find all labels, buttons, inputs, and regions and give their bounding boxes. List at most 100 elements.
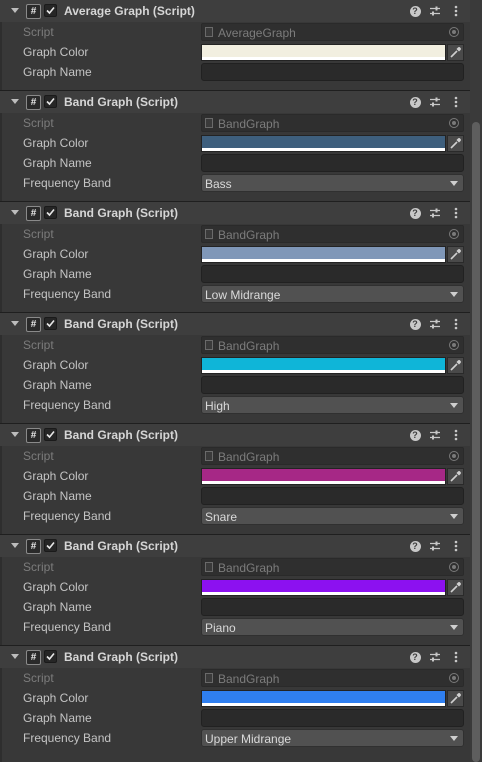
frequency-band-dropdown[interactable]: Bass: [201, 174, 464, 192]
object-picker-icon[interactable]: [449, 673, 459, 683]
presets-icon[interactable]: [428, 206, 442, 220]
presets-icon[interactable]: [428, 95, 442, 109]
color-swatch[interactable]: [201, 468, 446, 485]
chevron-down-icon: [450, 292, 458, 297]
graph-color-field[interactable]: [201, 468, 464, 485]
foldout-arrow-icon[interactable]: [11, 8, 19, 13]
graph-name-label: Graph Name: [23, 711, 92, 725]
kebab-menu-icon[interactable]: [449, 206, 463, 220]
graph-color-field[interactable]: [201, 690, 464, 707]
help-icon[interactable]: ?: [408, 317, 422, 331]
script-object-field[interactable]: BandGraph: [201, 336, 464, 354]
color-swatch[interactable]: [201, 579, 446, 596]
presets-icon[interactable]: [428, 4, 442, 18]
component-body: Script BandGraph Graph Color Graph Name: [0, 335, 470, 423]
graph-name-input[interactable]: [201, 598, 464, 616]
presets-icon[interactable]: [428, 428, 442, 442]
vertical-scrollbar[interactable]: [470, 0, 482, 762]
eyedropper-icon[interactable]: [447, 357, 464, 374]
enable-checkbox[interactable]: [44, 4, 57, 17]
color-swatch[interactable]: [201, 246, 446, 263]
component-header[interactable]: # Band Graph (Script) ?: [0, 534, 470, 557]
foldout-arrow-icon[interactable]: [11, 543, 19, 548]
color-swatch[interactable]: [201, 135, 446, 152]
help-icon[interactable]: ?: [408, 428, 422, 442]
component-header[interactable]: # Band Graph (Script) ?: [0, 312, 470, 335]
scrollbar-thumb[interactable]: [472, 122, 480, 762]
kebab-menu-icon[interactable]: [449, 95, 463, 109]
help-icon[interactable]: ?: [408, 650, 422, 664]
foldout-arrow-icon[interactable]: [11, 99, 19, 104]
foldout-arrow-icon[interactable]: [11, 321, 19, 326]
help-icon[interactable]: ?: [408, 539, 422, 553]
frequency-band-dropdown[interactable]: Upper Midrange: [201, 729, 464, 747]
graph-color-field[interactable]: [201, 246, 464, 263]
kebab-menu-icon[interactable]: [449, 428, 463, 442]
frequency-band-dropdown[interactable]: Low Midrange: [201, 285, 464, 303]
component-header[interactable]: # Band Graph (Script) ?: [0, 201, 470, 224]
graph-color-field[interactable]: [201, 44, 464, 61]
graph-name-input[interactable]: [201, 154, 464, 172]
object-picker-icon[interactable]: [449, 451, 459, 461]
graph-name-input[interactable]: [201, 487, 464, 505]
script-object-field[interactable]: AverageGraph: [201, 23, 464, 41]
frequency-band-dropdown[interactable]: Snare: [201, 507, 464, 525]
frequency-band-dropdown[interactable]: Piano: [201, 618, 464, 636]
graph-name-input[interactable]: [201, 709, 464, 727]
graph-color-label: Graph Color: [23, 45, 89, 59]
kebab-menu-icon[interactable]: [449, 650, 463, 664]
kebab-menu-icon[interactable]: [449, 317, 463, 331]
object-picker-icon[interactable]: [449, 229, 459, 239]
checkmark-icon: [46, 6, 55, 15]
eyedropper-icon[interactable]: [447, 44, 464, 61]
script-object-field[interactable]: BandGraph: [201, 669, 464, 687]
script-object-field[interactable]: BandGraph: [201, 114, 464, 132]
enable-checkbox[interactable]: [44, 428, 57, 441]
object-picker-icon[interactable]: [449, 340, 459, 350]
chevron-down-icon: [450, 625, 458, 630]
foldout-arrow-icon[interactable]: [11, 210, 19, 215]
presets-icon[interactable]: [428, 650, 442, 664]
eyedropper-icon[interactable]: [447, 246, 464, 263]
foldout-arrow-icon[interactable]: [11, 432, 19, 437]
graph-color-field[interactable]: [201, 357, 464, 374]
script-object-field[interactable]: BandGraph: [201, 558, 464, 576]
graph-color-field[interactable]: [201, 579, 464, 596]
object-picker-icon[interactable]: [449, 118, 459, 128]
component-header[interactable]: # Band Graph (Script) ?: [0, 645, 470, 668]
script-object-field[interactable]: BandGraph: [201, 447, 464, 465]
component-body: Script AverageGraph Graph Color Graph Na…: [0, 22, 470, 90]
graph-name-input[interactable]: [201, 63, 464, 81]
presets-icon[interactable]: [428, 317, 442, 331]
eyedropper-icon[interactable]: [447, 690, 464, 707]
help-icon[interactable]: ?: [408, 4, 422, 18]
kebab-menu-icon[interactable]: [449, 4, 463, 18]
graph-name-input[interactable]: [201, 265, 464, 283]
component-header[interactable]: # Band Graph (Script) ?: [0, 423, 470, 446]
object-picker-icon[interactable]: [449, 562, 459, 572]
eyedropper-icon[interactable]: [447, 579, 464, 596]
color-swatch[interactable]: [201, 357, 446, 374]
graph-color-field[interactable]: [201, 135, 464, 152]
frequency-band-dropdown[interactable]: High: [201, 396, 464, 414]
eyedropper-icon[interactable]: [447, 135, 464, 152]
component-header[interactable]: # Average Graph (Script) ?: [0, 0, 470, 22]
color-swatch[interactable]: [201, 690, 446, 707]
enable-checkbox[interactable]: [44, 317, 57, 330]
graph-name-input[interactable]: [201, 376, 464, 394]
enable-checkbox[interactable]: [44, 650, 57, 663]
enable-checkbox[interactable]: [44, 206, 57, 219]
script-object-field[interactable]: BandGraph: [201, 225, 464, 243]
enable-checkbox[interactable]: [44, 95, 57, 108]
kebab-menu-icon[interactable]: [449, 539, 463, 553]
component-header[interactable]: # Band Graph (Script) ?: [0, 90, 470, 113]
component-body: Script BandGraph Graph Color Graph Name: [0, 446, 470, 534]
help-icon[interactable]: ?: [408, 95, 422, 109]
object-picker-icon[interactable]: [449, 27, 459, 37]
eyedropper-icon[interactable]: [447, 468, 464, 485]
presets-icon[interactable]: [428, 539, 442, 553]
foldout-arrow-icon[interactable]: [11, 654, 19, 659]
color-swatch[interactable]: [201, 44, 446, 61]
help-icon[interactable]: ?: [408, 206, 422, 220]
enable-checkbox[interactable]: [44, 539, 57, 552]
